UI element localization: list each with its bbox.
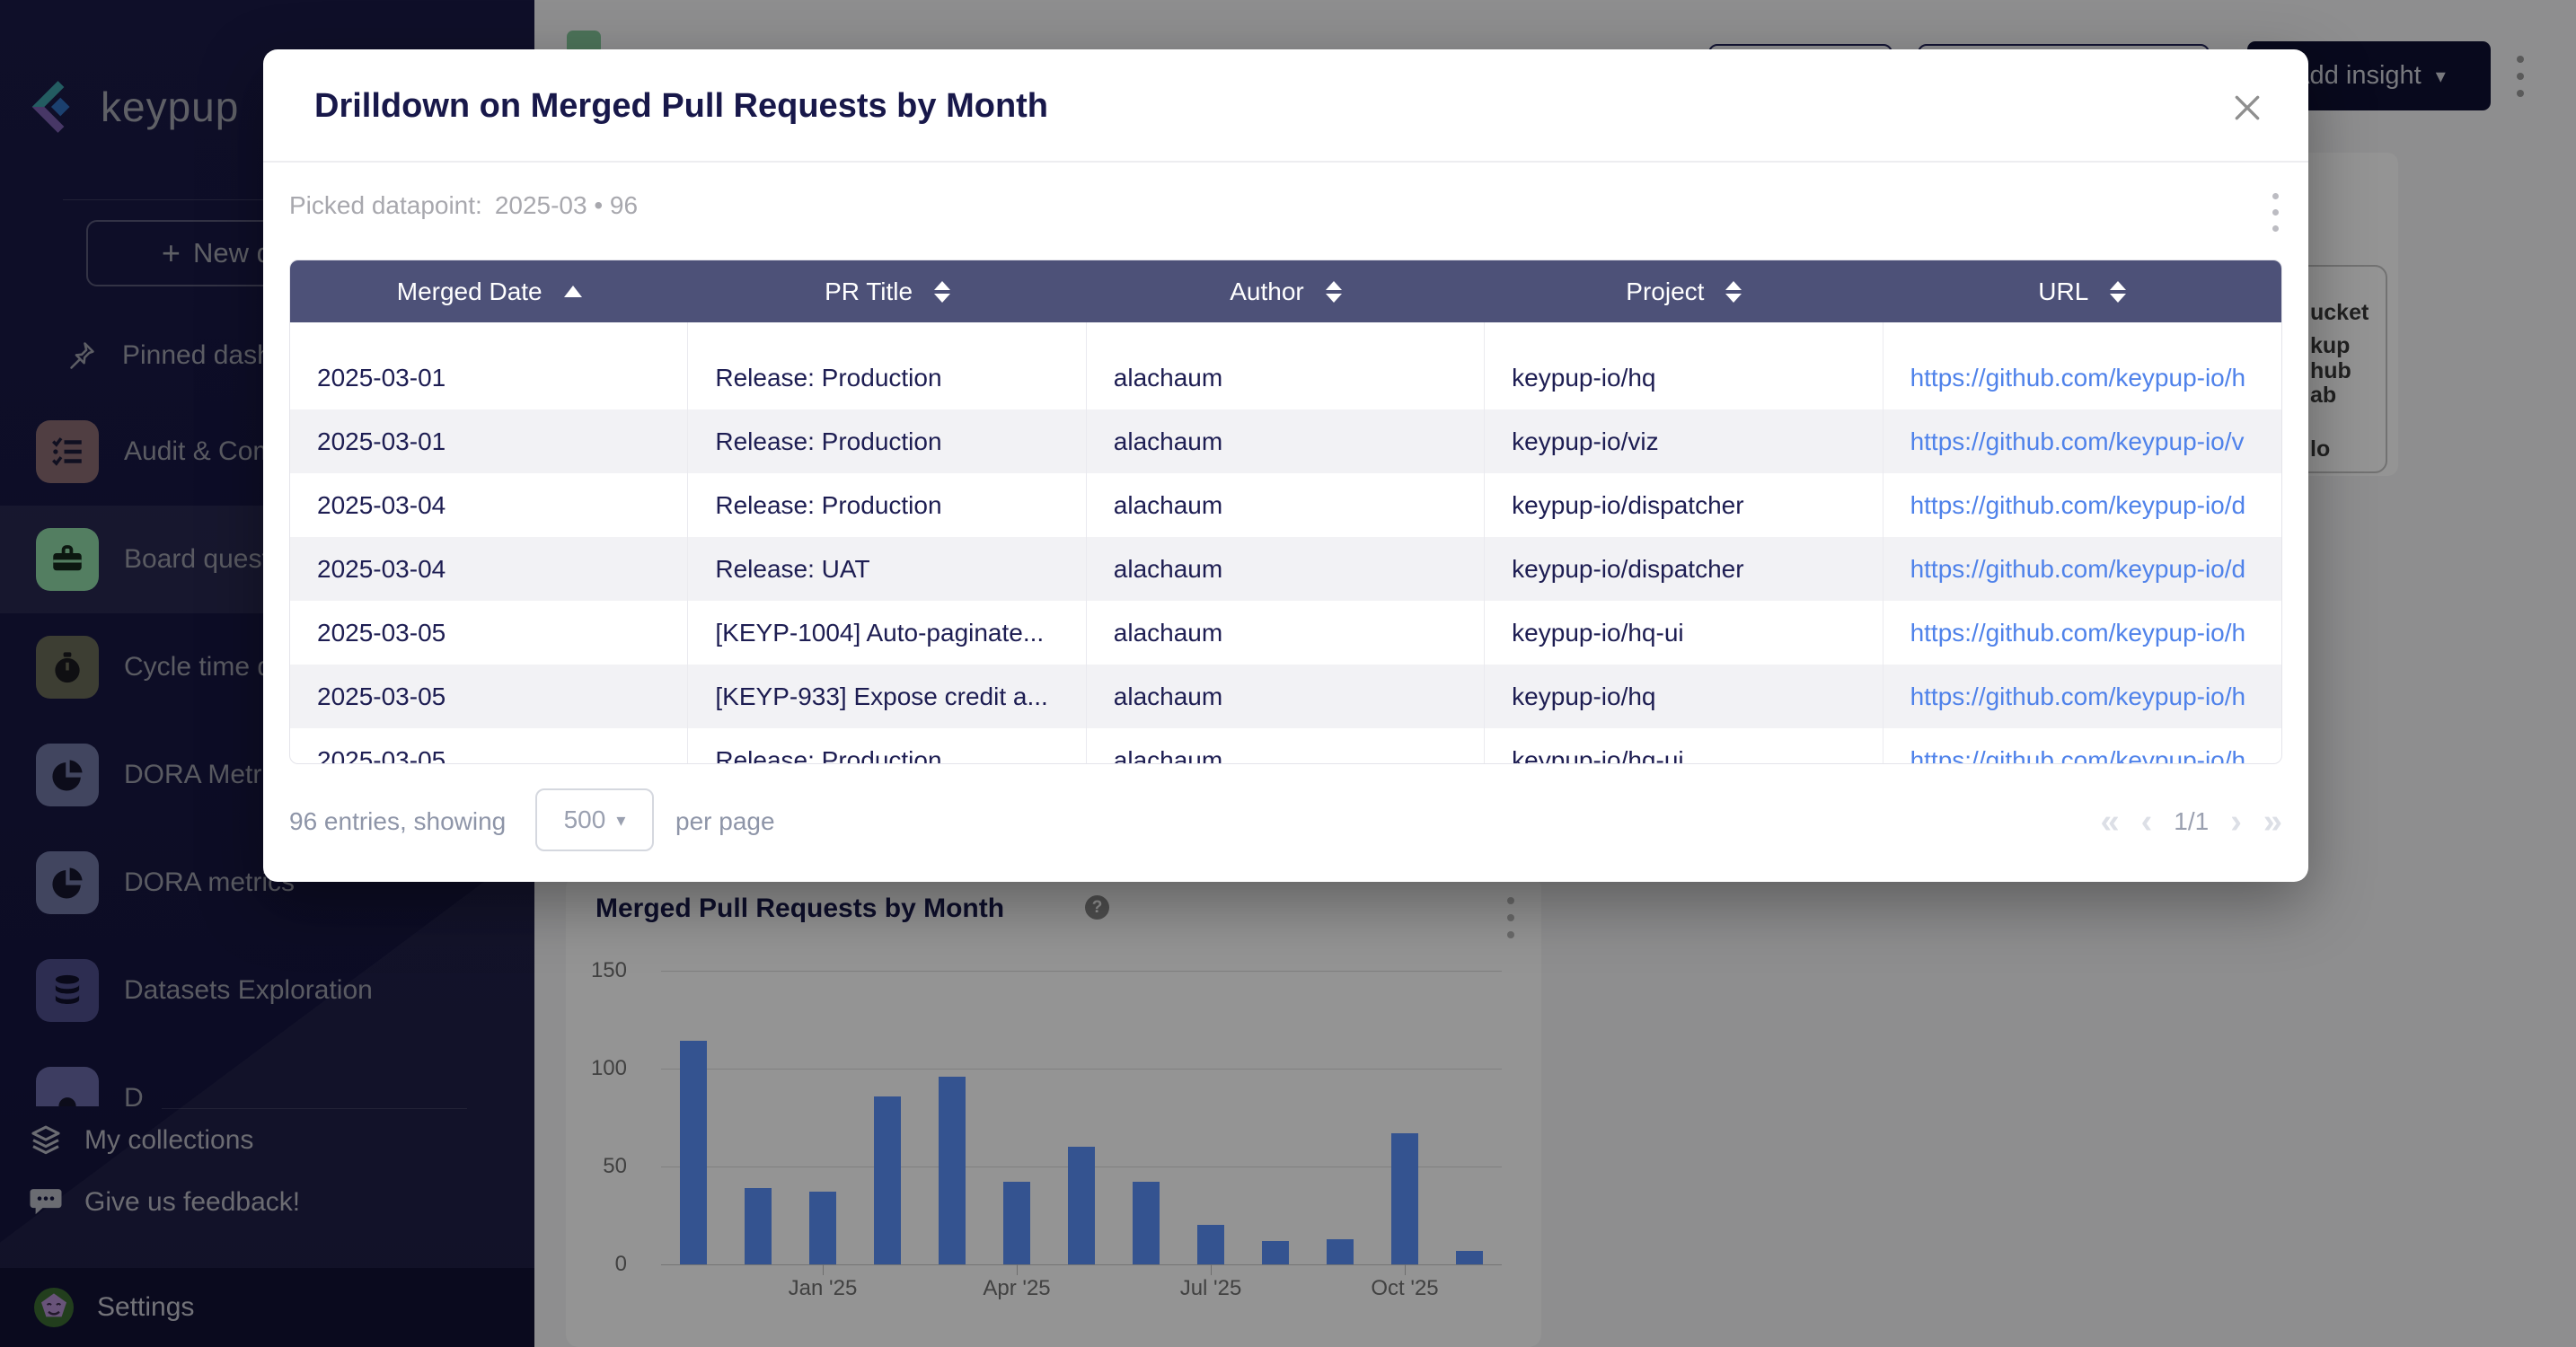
column-label: URL xyxy=(2038,277,2088,306)
table-kebab-menu[interactable] xyxy=(2272,193,2279,232)
spacer-cell xyxy=(1485,322,1883,346)
url-link[interactable]: https://github.com/keypup-io/v xyxy=(1883,409,2281,473)
sort-icon xyxy=(1725,281,1742,303)
table-header-row: Merged Date PR Title Author Project URL xyxy=(290,260,2281,322)
picked-datapoint: Picked datapoint: 2025-03 • 96 xyxy=(289,191,638,220)
url-link[interactable]: https://github.com/keypup-io/h xyxy=(1883,728,2281,764)
spacer-cell xyxy=(1087,322,1485,346)
table-cell: [KEYP-1004] Auto-paginate... xyxy=(688,601,1086,665)
column-label: Project xyxy=(1626,277,1704,306)
close-icon[interactable] xyxy=(2229,90,2265,126)
per-page-label: per page xyxy=(675,802,775,841)
url-link[interactable]: https://github.com/keypup-io/h xyxy=(1883,601,2281,665)
table-row[interactable]: 2025-03-05[KEYP-933] Expose credit a...a… xyxy=(290,665,2281,728)
table-row[interactable]: 2025-03-01Release: Productionalachaumkey… xyxy=(290,409,2281,473)
spacer-cell xyxy=(688,322,1086,346)
table-cell: alachaum xyxy=(1087,473,1485,537)
table-cell: alachaum xyxy=(1087,346,1485,409)
spacer-cell xyxy=(1883,322,2281,346)
table-cell: alachaum xyxy=(1087,409,1485,473)
table-cell: Release: Production xyxy=(688,728,1086,764)
column-label: PR Title xyxy=(825,277,913,306)
table-body: 2025-03-01Release: Productionalachaumkey… xyxy=(290,346,2281,764)
table-row[interactable]: 2025-03-04Release: Productionalachaumkey… xyxy=(290,473,2281,537)
table-spacer-row xyxy=(290,322,2281,346)
drilldown-modal: Drilldown on Merged Pull Requests by Mon… xyxy=(263,49,2308,882)
url-link[interactable]: https://github.com/keypup-io/d xyxy=(1883,473,2281,537)
modal-title: Drilldown on Merged Pull Requests by Mon… xyxy=(314,87,1048,126)
table-cell: alachaum xyxy=(1087,537,1485,601)
caret-down-icon: ▾ xyxy=(616,809,625,832)
table-cell: 2025-03-05 xyxy=(290,665,688,728)
drilldown-table: Merged Date PR Title Author Project URL 2025… xyxy=(289,260,2282,764)
table-cell: keypup-io/dispatcher xyxy=(1485,473,1883,537)
column-header-author[interactable]: Author xyxy=(1087,260,1485,322)
table-cell: Release: Production xyxy=(688,346,1086,409)
url-link[interactable]: https://github.com/keypup-io/d xyxy=(1883,537,2281,601)
table-cell: keypup-io/viz xyxy=(1485,409,1883,473)
table-cell: Release: UAT xyxy=(688,537,1086,601)
table-cell: 2025-03-05 xyxy=(290,728,688,764)
sort-icon xyxy=(934,281,950,303)
column-label: Merged Date xyxy=(397,277,543,306)
page-size-select[interactable]: 500 ▾ xyxy=(535,788,654,851)
table-cell: Release: Production xyxy=(688,409,1086,473)
picked-datapoint-value: 2025-03 • 96 xyxy=(495,191,638,219)
table-row[interactable]: 2025-03-01Release: Productionalachaumkey… xyxy=(290,346,2281,409)
pagination: « ‹ 1/1 › » xyxy=(2095,797,2282,847)
column-header-pr-title[interactable]: PR Title xyxy=(688,260,1086,322)
table-cell: 2025-03-01 xyxy=(290,409,688,473)
column-header-url[interactable]: URL xyxy=(1883,260,2281,322)
page-size-value: 500 xyxy=(564,806,606,834)
table-cell: 2025-03-01 xyxy=(290,346,688,409)
entries-count: 96 entries, showing xyxy=(289,802,506,841)
last-page-button[interactable]: » xyxy=(2263,797,2282,847)
table-cell: keypup-io/hq-ui xyxy=(1485,601,1883,665)
prev-page-button[interactable]: ‹ xyxy=(2141,797,2153,847)
table-cell: alachaum xyxy=(1087,601,1485,665)
url-link[interactable]: https://github.com/keypup-io/h xyxy=(1883,665,2281,728)
table-cell: alachaum xyxy=(1087,728,1485,764)
spacer-cell xyxy=(290,322,688,346)
table-cell: keypup-io/dispatcher xyxy=(1485,537,1883,601)
next-page-button[interactable]: › xyxy=(2230,797,2242,847)
table-cell: alachaum xyxy=(1087,665,1485,728)
table-cell: Release: Production xyxy=(688,473,1086,537)
url-link[interactable]: https://github.com/keypup-io/h xyxy=(1883,346,2281,409)
table-cell: keypup-io/hq xyxy=(1485,346,1883,409)
table-cell: [KEYP-933] Expose credit a... xyxy=(688,665,1086,728)
table-cell: 2025-03-04 xyxy=(290,473,688,537)
column-header-project[interactable]: Project xyxy=(1485,260,1883,322)
table-row[interactable]: 2025-03-05[KEYP-1004] Auto-paginate...al… xyxy=(290,601,2281,665)
picked-datapoint-label: Picked datapoint: xyxy=(289,191,482,219)
table-cell: keypup-io/hq-ui xyxy=(1485,728,1883,764)
table-cell: 2025-03-05 xyxy=(290,601,688,665)
page-indicator: 1/1 xyxy=(2174,807,2209,836)
column-label: Author xyxy=(1230,277,1304,306)
table-cell: keypup-io/hq xyxy=(1485,665,1883,728)
sort-icon xyxy=(2110,281,2126,303)
table-row[interactable]: 2025-03-04Release: UATalachaumkeypup-io/… xyxy=(290,537,2281,601)
table-row[interactable]: 2025-03-05Release: Productionalachaumkey… xyxy=(290,728,2281,764)
sort-asc-icon xyxy=(564,286,582,297)
column-header-merged-date[interactable]: Merged Date xyxy=(290,260,688,322)
first-page-button[interactable]: « xyxy=(2100,797,2119,847)
table-cell: 2025-03-04 xyxy=(290,537,688,601)
sort-icon xyxy=(1326,281,1342,303)
modal-header: Drilldown on Merged Pull Requests by Mon… xyxy=(263,49,2308,163)
